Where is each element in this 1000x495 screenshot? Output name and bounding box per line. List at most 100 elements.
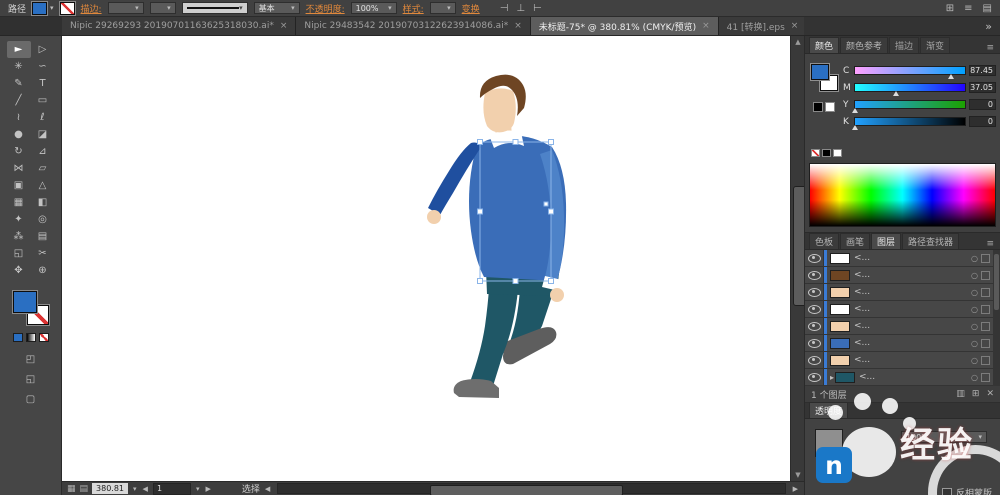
arrange-icon[interactable]: ≡ (964, 3, 972, 14)
align-right-icon[interactable]: ⊢ (533, 3, 542, 14)
gradient-tool-icon[interactable]: ◧ (31, 194, 55, 211)
zoom-level-field[interactable]: 380.81 (92, 483, 128, 494)
visibility-toggle[interactable] (805, 250, 824, 266)
slider-handle-icon[interactable] (948, 74, 954, 79)
zoom-dropdown-icon[interactable]: ▾ (132, 485, 138, 493)
none-button[interactable] (39, 333, 49, 342)
fill-color-swatch[interactable] (32, 2, 47, 15)
channel-slider[interactable] (854, 117, 966, 126)
layer-label[interactable]: <... (854, 287, 971, 297)
target-icon[interactable]: ○ (971, 254, 978, 263)
stroke-color-swatch[interactable] (60, 2, 75, 15)
opacity-link[interactable]: 不透明度: (306, 2, 345, 15)
transparency-opacity-select[interactable]: 100%▾ (901, 431, 987, 443)
scale-tool-icon[interactable]: ⊿ (31, 143, 55, 160)
target-icon[interactable]: ○ (971, 339, 978, 348)
channel-slider[interactable] (854, 100, 966, 109)
layer-label[interactable]: <... (854, 253, 971, 263)
isolate-icon[interactable]: ⊞ (946, 3, 954, 14)
man-back-shoe[interactable] (503, 327, 556, 364)
tab-close-icon[interactable]: × (514, 21, 522, 31)
selection-square[interactable] (981, 339, 990, 348)
first-artboard-icon[interactable]: ◀ (142, 485, 149, 493)
column-graph-tool-icon[interactable]: ▤ (31, 228, 55, 245)
layer-row[interactable]: <...○ (805, 284, 1000, 301)
brush-basic-select[interactable]: 基本▾ (254, 2, 300, 14)
layer-label[interactable]: <... (854, 355, 971, 365)
tab-gradient[interactable]: 渐变 (920, 37, 950, 53)
delete-layer-icon[interactable]: ✕ (986, 389, 994, 399)
document-tab[interactable]: 41 [转换].eps× (719, 17, 808, 35)
visibility-toggle[interactable] (805, 301, 824, 317)
selection-square[interactable] (981, 373, 990, 382)
opacity-select[interactable]: 100%▾ (351, 2, 397, 14)
layer-row[interactable]: <...○ (805, 335, 1000, 352)
expand-triangle-icon[interactable]: ▸ (830, 373, 834, 382)
man-near-hand[interactable] (427, 210, 441, 224)
man-face[interactable] (483, 88, 515, 132)
fill-dropdown-icon[interactable]: ▾ (50, 4, 54, 12)
layer-label[interactable]: <... (859, 372, 971, 382)
width-tool-icon[interactable]: ⋈ (7, 160, 31, 177)
layer-label[interactable]: <... (854, 338, 971, 348)
horizontal-scroll-thumb[interactable] (430, 485, 622, 495)
channel-value-field[interactable]: 87.45 (969, 65, 996, 76)
pencil-tool-icon[interactable]: ℓ (31, 109, 55, 126)
shape-builder-tool-icon[interactable]: ▣ (7, 177, 31, 194)
tab-color-guide[interactable]: 颜色参考 (840, 37, 888, 53)
dock-collapse-icon[interactable]: » (985, 20, 992, 33)
artboard-number-field[interactable]: 1 (153, 483, 191, 495)
layers-scrollbar[interactable] (993, 250, 1000, 386)
horizontal-scrollbar[interactable] (277, 483, 785, 494)
fill-indicator-blue[interactable] (13, 291, 37, 313)
hand-tool-icon[interactable]: ✥ (7, 262, 31, 279)
target-icon[interactable]: ○ (971, 288, 978, 297)
screen-mode-icon[interactable]: ▢ (26, 394, 35, 405)
transparency-thumbnail[interactable] (815, 429, 843, 457)
layers-panel-menu-icon[interactable]: ≡ (984, 239, 996, 249)
perspective-grid-tool-icon[interactable]: △ (31, 177, 55, 194)
gradient-button[interactable] (26, 333, 36, 342)
zoom-tool-icon[interactable]: ⊕ (31, 262, 55, 279)
selection-square[interactable] (981, 271, 990, 280)
slider-handle-icon[interactable] (893, 91, 899, 96)
channel-slider[interactable] (854, 83, 966, 92)
tab-close-icon[interactable]: × (280, 21, 288, 31)
eyedropper-tool-icon[interactable]: ✦ (7, 211, 31, 228)
invert-mask-checkbox[interactable] (942, 488, 952, 495)
blend-tool-icon[interactable]: ◎ (31, 211, 55, 228)
visibility-toggle[interactable] (805, 267, 824, 283)
slider-handle-icon[interactable] (852, 125, 858, 130)
white-swatch[interactable] (833, 149, 842, 157)
target-icon[interactable]: ○ (971, 271, 978, 280)
man-front-leg[interactable] (470, 288, 518, 386)
symbol-sprayer-tool-icon[interactable]: ⁂ (7, 228, 31, 245)
visibility-toggle[interactable] (805, 318, 824, 334)
style-select[interactable]: ▾ (430, 2, 456, 14)
selection-square[interactable] (981, 322, 990, 331)
variable-width-select[interactable]: ▾ (150, 2, 176, 14)
vertical-scrollbar[interactable]: ▲ ▼ (790, 36, 805, 481)
line-segment-tool-icon[interactable]: ╱ (7, 92, 31, 109)
selection-square[interactable] (981, 288, 990, 297)
new-layer-icon[interactable]: ⊞ (972, 389, 980, 399)
channel-slider[interactable] (854, 66, 966, 75)
stroke-link[interactable]: 描边: (81, 2, 102, 15)
visibility-toggle[interactable] (805, 352, 824, 368)
hscroll-right-icon[interactable]: ▶ (792, 485, 799, 493)
selection-square[interactable] (981, 254, 990, 263)
layer-row[interactable]: <...○ (805, 267, 1000, 284)
make-mask-icon[interactable]: ▥ (956, 389, 965, 399)
tab-stroke[interactable]: 描边 (889, 37, 919, 53)
document-tab[interactable]: 未标题-75* @ 380.81% (CMYK/预览)× (531, 17, 719, 35)
slider-handle-icon[interactable] (852, 108, 858, 113)
align-left-icon[interactable]: ⊣ (500, 3, 509, 14)
visibility-toggle[interactable] (805, 284, 824, 300)
selection-tool-icon[interactable]: ► (7, 41, 31, 58)
layers-scroll-thumb[interactable] (994, 254, 999, 310)
black-swatch[interactable] (822, 149, 831, 157)
eraser-tool-icon[interactable]: ◪ (31, 126, 55, 143)
layer-row[interactable]: <...○ (805, 250, 1000, 267)
direct-selection-tool-icon[interactable]: ▷ (31, 41, 55, 58)
layer-label[interactable]: <... (854, 304, 971, 314)
